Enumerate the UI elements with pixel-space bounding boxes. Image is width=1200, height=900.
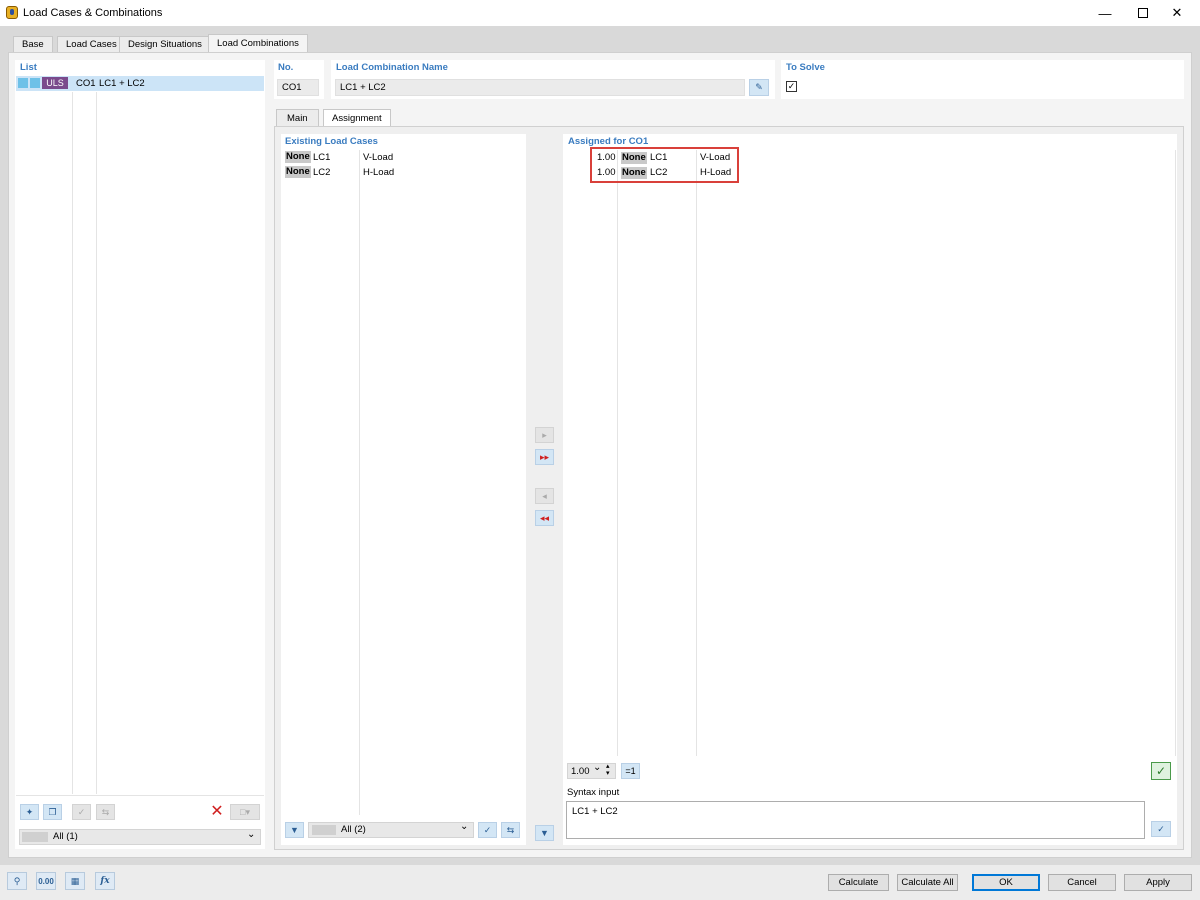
chevron-down-icon: ⌄ [460, 821, 469, 832]
list-header: List [20, 62, 37, 73]
name-label: Load Combination Name [336, 62, 448, 73]
tab-main[interactable]: Main [276, 109, 319, 126]
assigned-panel [563, 134, 1177, 845]
list-filter-value: All (1) [53, 831, 78, 842]
assigned-header: Assigned for CO1 [568, 136, 649, 147]
view-dropdown-icon[interactable]: □▾ [230, 804, 260, 820]
syntax-input[interactable]: LC1 + LC2 [566, 801, 1145, 839]
tab-assignment[interactable]: Assignment [323, 109, 391, 127]
close-button[interactable]: ✕ [1154, 0, 1200, 26]
no-field[interactable]: CO1 [277, 79, 319, 96]
existing-lc: LC1 [313, 152, 331, 163]
uncheck-icon[interactable]: ⇆ [96, 804, 115, 820]
color-swatch [30, 78, 40, 88]
tab-base[interactable]: Base [13, 36, 53, 52]
calculate-all-button[interactable]: Calculate All [897, 874, 958, 891]
to-solve-label: To Solve [786, 62, 825, 73]
cancel-button[interactable]: Cancel [1048, 874, 1116, 891]
uls-badge: ULS [42, 77, 68, 89]
list-col-divider [72, 92, 73, 794]
scroll-edge [1175, 150, 1176, 756]
assigned-col-divider [617, 150, 618, 756]
move-right-icon[interactable]: ▸ [535, 427, 554, 443]
list-item-no: CO1 [76, 78, 96, 89]
move-all-left-icon[interactable]: ◂◂ [535, 510, 554, 526]
select-all-icon[interactable]: ✓ [478, 822, 497, 838]
syntax-label: Syntax input [567, 787, 620, 798]
no-label: No. [278, 62, 294, 73]
highlight-box [590, 147, 739, 183]
filter-swatch [22, 832, 48, 842]
spin-arrows-icon[interactable]: ▴ ▾ [606, 763, 610, 777]
check-selected-icon[interactable]: ✓ [72, 804, 91, 820]
to-solve-section [781, 60, 1184, 99]
tab-load-cases[interactable]: Load Cases [57, 36, 126, 52]
copy-icon[interactable]: ❐ [43, 804, 62, 820]
none-tag: None [285, 166, 311, 178]
model-icon[interactable]: ▦ [65, 872, 85, 890]
none-tag: None [285, 151, 311, 163]
existing-lc-name: H-Load [363, 167, 395, 178]
set-one-button[interactable]: =1 [621, 763, 640, 779]
syntax-apply-icon[interactable]: ✓ [1151, 821, 1171, 837]
collapse-icon[interactable]: ▼ [535, 825, 554, 841]
deselect-icon[interactable]: ⇆ [501, 822, 520, 838]
combination-name-field[interactable]: LC1 + LC2 [335, 79, 745, 96]
units-icon[interactable]: 0.00 [36, 872, 56, 890]
filter-icon[interactable]: ▼ [285, 822, 304, 838]
ok-button[interactable]: OK [972, 874, 1040, 891]
existing-lc-name: V-Load [363, 152, 394, 163]
app-icon [6, 6, 18, 19]
list-col-divider [96, 92, 97, 794]
divider [16, 795, 264, 796]
move-left-icon[interactable]: ◂ [535, 488, 554, 504]
calculate-button[interactable]: Calculate [828, 874, 889, 891]
window-title: Load Cases & Combinations [23, 7, 163, 19]
factor-value: 1.00 [571, 766, 590, 777]
list-panel [15, 60, 265, 849]
tab-design-situations[interactable]: Design Situations [119, 36, 211, 52]
apply-button[interactable]: Apply [1124, 874, 1192, 891]
existing-filter-value: All (2) [341, 824, 366, 835]
filter-swatch [312, 825, 336, 835]
assigned-col-divider [696, 150, 697, 756]
color-swatch [18, 78, 28, 88]
edit-name-icon[interactable]: ✎ [749, 79, 769, 96]
search-icon[interactable]: ⚲ [7, 872, 27, 890]
chevron-down-icon: ⌄ [247, 829, 256, 840]
move-all-right-icon[interactable]: ▸▸ [535, 449, 554, 465]
tab-load-combinations[interactable]: Load Combinations [208, 34, 308, 52]
existing-header: Existing Load Cases [285, 136, 378, 147]
fx-icon[interactable]: fx [95, 872, 115, 890]
chevron-down-icon: ⌄ [593, 762, 602, 773]
new-item-icon[interactable]: ✦ [20, 804, 39, 820]
apply-check-icon[interactable]: ✓ [1151, 762, 1171, 780]
delete-icon[interactable]: ✕ [209, 803, 225, 821]
title-bar [0, 0, 1200, 26]
existing-col-divider [359, 150, 360, 815]
existing-panel [281, 134, 526, 845]
existing-lc: LC2 [313, 167, 331, 178]
list-item-name: LC1 + LC2 [99, 78, 145, 89]
to-solve-checkbox[interactable]: ✓ [786, 81, 797, 92]
